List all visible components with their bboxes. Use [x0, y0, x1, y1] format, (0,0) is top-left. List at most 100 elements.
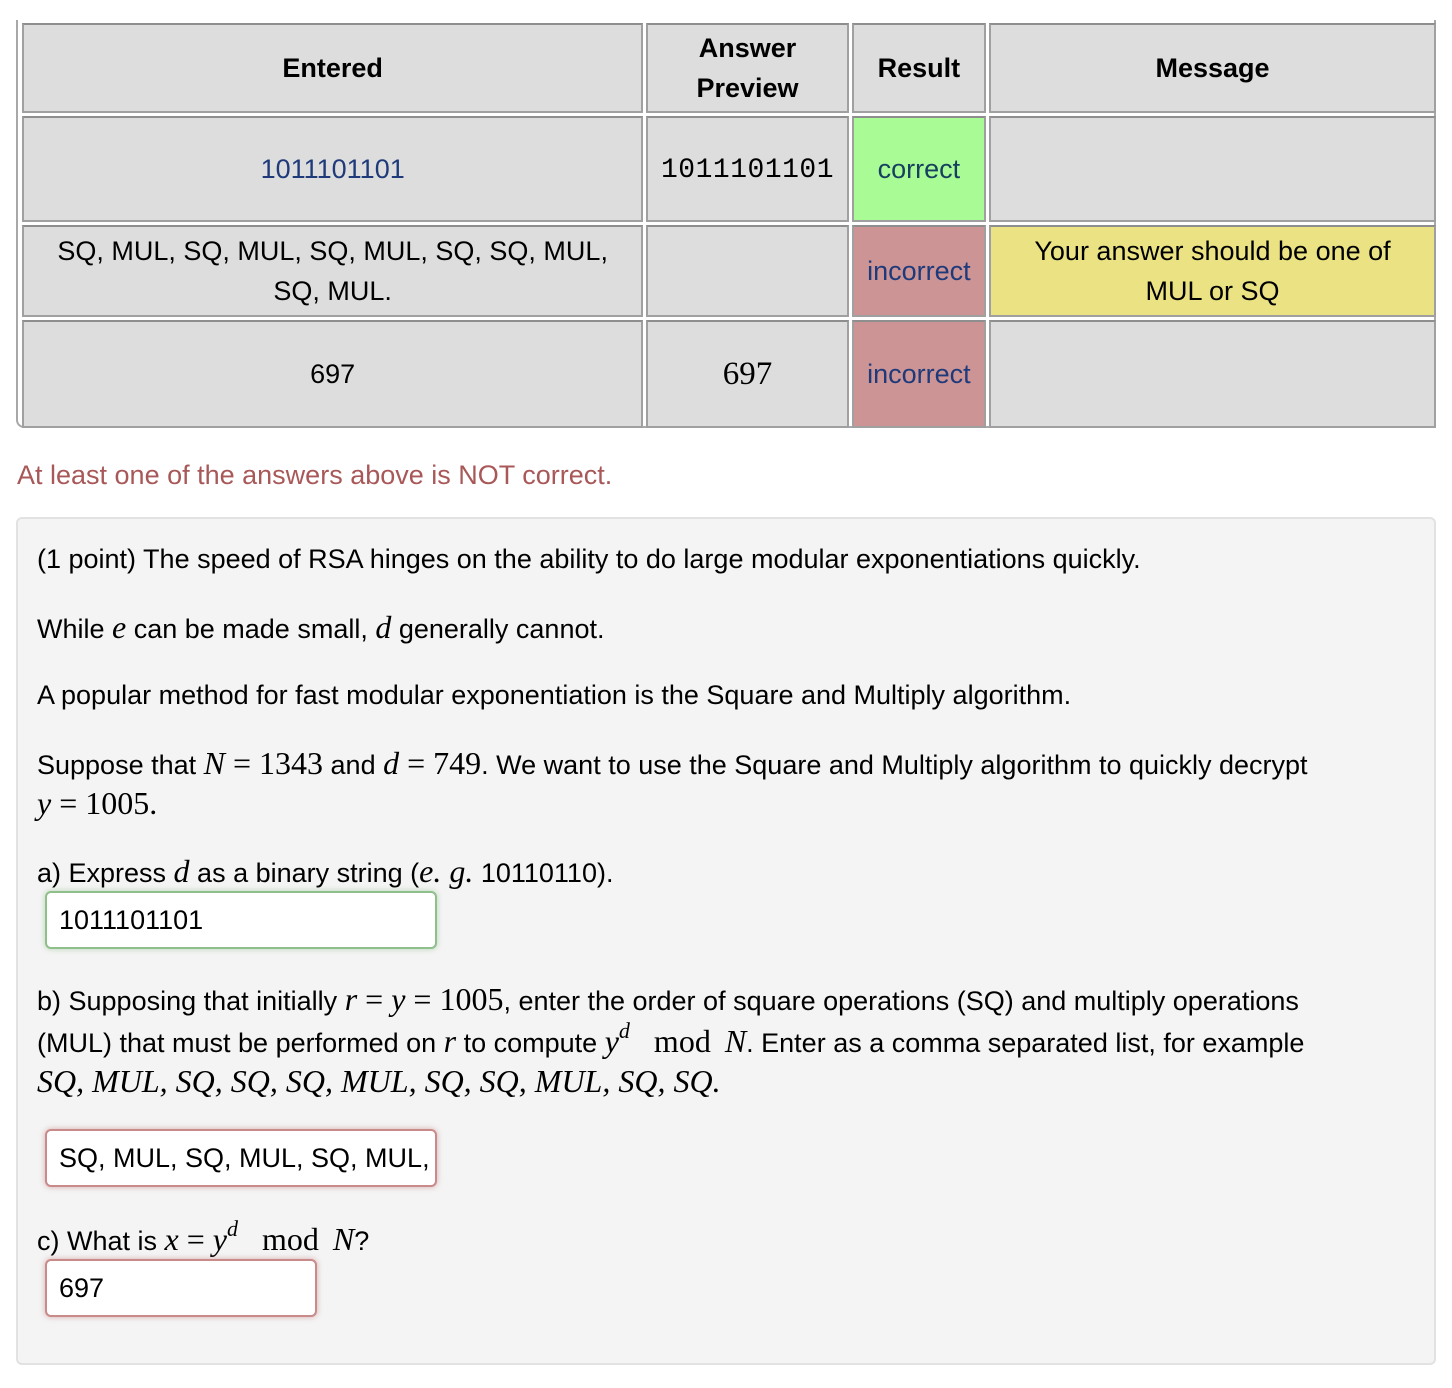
- math-y-value: 1005: [85, 785, 150, 821]
- preview-cell: 1011101101: [646, 116, 849, 222]
- math-eq: =: [405, 981, 440, 1017]
- entered-cell: 1011101101: [22, 116, 644, 222]
- math-d-value: 749: [433, 745, 482, 781]
- text: (MUL) that must be performed on: [37, 1028, 444, 1058]
- text: , enter the order of square operations (…: [503, 986, 1299, 1016]
- preview-value: 697: [722, 355, 773, 392]
- header-message-label: Message: [1155, 53, 1270, 83]
- header-result: Result: [851, 23, 987, 113]
- math-y-value: 1005: [439, 981, 504, 1017]
- math-d: d: [173, 853, 190, 889]
- result-cell-incorrect: incorrect: [851, 225, 987, 317]
- math-eq: =: [224, 745, 260, 781]
- header-answer-preview: Answer Preview: [646, 23, 849, 113]
- header-preview-line2: Preview: [696, 73, 799, 103]
- math-N-value: 1343: [259, 745, 324, 781]
- results-header-row: Entered Answer Preview Result Message: [22, 23, 1436, 113]
- math-e: e: [112, 609, 127, 645]
- header-entered: Entered: [22, 23, 644, 113]
- math-d: d: [375, 609, 392, 645]
- problem-line-e-d: While e can be made small, d generally c…: [37, 607, 604, 649]
- math-y: y: [37, 785, 52, 821]
- text: a) Express: [37, 858, 174, 888]
- result-status: correct: [877, 153, 961, 184]
- message-line2: MUL or SQ: [1145, 276, 1280, 306]
- table-row: 1011101101 1011101101 correct: [22, 116, 1436, 222]
- results-table-container: Entered Answer Preview Result Message 101…: [16, 20, 1436, 428]
- math-N: N: [724, 1023, 747, 1059]
- part-b-example: SQ, MUL, SQ, SQ, SQ, MUL, SQ, SQ, MUL, S…: [37, 1061, 721, 1103]
- table-row: SQ, MUL, SQ, MUL, SQ, MUL, SQ, SQ, MUL, S…: [22, 225, 1436, 317]
- part-b-question-line1: b) Supposing that initially r = y = 1005…: [37, 979, 1299, 1021]
- text: . Enter as a comma separated list, for e…: [746, 1028, 1305, 1058]
- message-line1: Your answer should be one of: [1034, 236, 1391, 266]
- text: ?: [354, 1226, 370, 1256]
- entered-value-link[interactable]: 1011101101: [261, 154, 405, 184]
- text: as a binary string (: [189, 858, 420, 888]
- part-b-answer-input[interactable]: SQ, MUL, SQ, MUL, SQ, MUL, SQ, SQ, MUL, …: [45, 1129, 437, 1187]
- part-c-question: c) What is x = yd mod N?: [37, 1216, 370, 1263]
- result-cell-correct: correct: [851, 116, 987, 222]
- entered-value-line1: SQ, MUL, SQ, MUL, SQ, MUL, SQ, SQ, MUL,: [57, 236, 608, 266]
- part-a-answer-input[interactable]: 1011101101: [45, 891, 437, 949]
- header-message: Message: [989, 23, 1436, 113]
- problem-line-y: y = 1005.: [37, 783, 157, 825]
- result-status: incorrect: [867, 256, 971, 286]
- text: can be made small,: [126, 614, 376, 644]
- text: c) What is: [37, 1226, 165, 1256]
- problem-intro: (1 point) The speed of RSA hinges on the…: [37, 544, 1141, 574]
- part-c-answer-input[interactable]: 697: [45, 1259, 317, 1317]
- text: 10110110).: [473, 858, 614, 888]
- text: Suppose that: [37, 750, 204, 780]
- math-eq: =: [178, 1221, 213, 1257]
- text: generally cannot.: [391, 614, 605, 644]
- part-a-question: a) Express d as a binary string (e. g. 1…: [37, 851, 613, 893]
- math-r: r: [344, 981, 358, 1017]
- math-mod: mod: [653, 1023, 711, 1059]
- math-r: r: [443, 1023, 457, 1059]
- problem-line-params: Suppose that N = 1343 and d = 749. We wa…: [37, 743, 1308, 785]
- message-cell: [989, 116, 1436, 222]
- math-mod: mod: [261, 1221, 319, 1257]
- problem-panel: (1 point) The speed of RSA hinges on the…: [16, 517, 1436, 1365]
- math-y: y: [604, 1023, 619, 1059]
- math-superscript-d: d: [618, 1018, 630, 1043]
- part-b-question-line2: (MUL) that must be performed on r to com…: [37, 1018, 1305, 1065]
- header-result-label: Result: [877, 53, 961, 83]
- preview-cell: 697: [646, 320, 849, 428]
- results-table: Entered Answer Preview Result Message 101…: [19, 20, 1439, 431]
- math-eq: =: [357, 981, 392, 1017]
- entered-cell: 697: [22, 320, 644, 428]
- math-d: d: [383, 745, 400, 781]
- text: .: [149, 785, 158, 821]
- math-x: x: [164, 1221, 179, 1257]
- header-entered-label: Entered: [282, 53, 383, 83]
- status-message: At least one of the answers above is NOT…: [17, 460, 613, 490]
- entered-value-line2: SQ, MUL.: [273, 276, 392, 306]
- math-superscript-d: d: [226, 1216, 238, 1241]
- entered-value: 697: [310, 358, 356, 389]
- table-row: 697 697 incorrect: [22, 320, 1436, 428]
- math-eq: =: [51, 785, 86, 821]
- math-y: y: [212, 1221, 227, 1257]
- header-preview-line1: Answer: [698, 33, 797, 63]
- text: While: [37, 614, 113, 644]
- text: to compute: [456, 1028, 605, 1058]
- problem-line-method: A popular method for fast modular expone…: [37, 680, 1072, 710]
- text: . We want to use the Square and Multiply…: [481, 750, 1308, 780]
- preview-value: 1011101101: [661, 154, 835, 186]
- entered-cell: SQ, MUL, SQ, MUL, SQ, MUL, SQ, SQ, MUL, S…: [22, 225, 644, 317]
- math-eq: =: [399, 745, 434, 781]
- result-status: incorrect: [867, 358, 971, 389]
- math-N: N: [332, 1221, 355, 1257]
- math-y: y: [391, 981, 406, 1017]
- math-example-sequence: SQ, MUL, SQ, SQ, SQ, MUL, SQ, SQ, MUL, S…: [37, 1063, 721, 1099]
- result-cell-incorrect: incorrect: [851, 320, 987, 428]
- message-cell: [989, 320, 1436, 428]
- math-N: N: [203, 745, 225, 781]
- text: b) Supposing that initially: [37, 986, 345, 1016]
- preview-cell: [646, 225, 849, 317]
- math-eg: e. g.: [419, 853, 474, 889]
- text: and: [323, 750, 384, 780]
- message-cell-warning: Your answer should be one of MUL or SQ: [989, 225, 1436, 317]
